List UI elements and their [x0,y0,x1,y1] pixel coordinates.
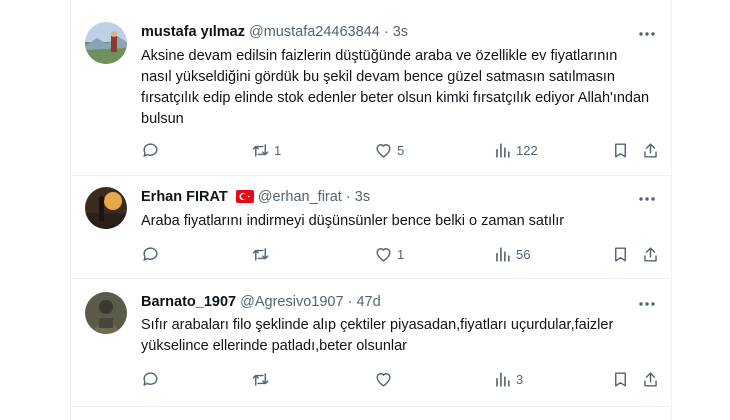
tweet-header: Barnato_1907 @Agresivo1907 · 47d [141,294,381,310]
reply-icon [143,247,158,261]
retweet-button[interactable] [251,245,274,264]
more-icon[interactable] [637,189,657,209]
action-bar: 1 5 122 [141,141,661,161]
reply-icon [143,143,158,157]
tweet-text: Araba fiyatlarını indirmeyi düşünsünler … [141,213,565,229]
heart-icon [376,144,391,158]
retweet-count: 1 [274,143,282,158]
timestamp[interactable]: 3s [355,189,370,205]
separator-dot: · [347,294,353,310]
bookmark-icon [615,372,626,387]
like-count: 1 [397,247,405,262]
tweet-text: Aksine devam edilsin faizlerin düştüğünd… [141,48,650,127]
bookmark-icon [615,143,626,158]
views-count: 56 [516,247,531,262]
share-icon [644,372,657,387]
retweet-icon [252,248,269,261]
retweet-button[interactable] [251,370,274,389]
display-name[interactable]: Barnato_1907 [141,294,236,310]
like-button[interactable]: 1 [374,245,404,264]
user-handle[interactable]: @Agresivo1907 [240,294,343,310]
share-button[interactable] [641,370,660,389]
retweet-button[interactable]: 1 [251,141,281,160]
avatar[interactable] [85,187,127,229]
tweet-text: Sıfır arabaları filo şeklinde alıp çekti… [141,317,614,354]
like-button[interactable] [374,370,397,389]
heart-icon [376,373,391,387]
like-count: 5 [397,143,405,158]
views-count: 122 [516,143,538,158]
views-icon [496,372,510,387]
turkey-flag-icon [235,190,254,203]
avatar[interactable] [85,22,127,64]
user-handle[interactable]: @mustafa24463844 [249,24,380,40]
tweet-header: Erhan FIRAT @erhan_firat · 3s [141,189,370,205]
separator-dot: · [383,24,389,40]
tweet[interactable]: Barnato_1907 @Agresivo1907 · 47d Sıfır a… [71,278,671,407]
more-icon[interactable] [637,294,657,314]
timestamp[interactable]: 3s [393,24,408,40]
tweet[interactable]: Erhan FIRAT @erhan_firat · 3s Araba fiya… [71,175,671,279]
user-handle[interactable]: @erhan_firat [258,189,342,205]
views-button[interactable]: 122 [493,141,538,160]
share-icon [644,247,657,262]
reply-button[interactable] [141,370,160,389]
bookmark-button[interactable] [611,141,630,160]
display-name[interactable]: Erhan FIRAT [141,189,228,205]
tweet-header: mustafa yılmaz @mustafa24463844 · 3s [141,24,408,40]
retweet-icon [252,373,269,386]
reply-button[interactable] [141,141,160,160]
tweet[interactable]: mustafa yılmaz @mustafa24463844 · 3s Aks… [71,10,671,176]
heart-icon [376,248,391,262]
views-button[interactable]: 3 [493,370,523,389]
action-bar: 1 56 [141,245,661,265]
views-button[interactable]: 56 [493,245,530,264]
action-bar: 3 [141,370,661,390]
like-button[interactable]: 5 [374,141,404,160]
views-icon [496,247,510,262]
bookmark-button[interactable] [611,370,630,389]
reply-feed: mustafa yılmaz @mustafa24463844 · 3s Aks… [70,0,672,420]
reply-icon [143,372,158,386]
bookmark-button[interactable] [611,245,630,264]
avatar[interactable] [85,292,127,334]
views-count: 3 [516,372,524,387]
timestamp[interactable]: 47d [356,294,380,310]
share-icon [644,143,657,158]
more-icon[interactable] [637,24,657,44]
share-button[interactable] [641,245,660,264]
reply-button[interactable] [141,245,160,264]
bookmark-icon [615,247,626,262]
separator-dot: · [345,189,351,205]
display-name[interactable]: mustafa yılmaz [141,24,245,40]
views-icon [496,143,510,158]
share-button[interactable] [641,141,660,160]
retweet-icon [252,144,269,157]
